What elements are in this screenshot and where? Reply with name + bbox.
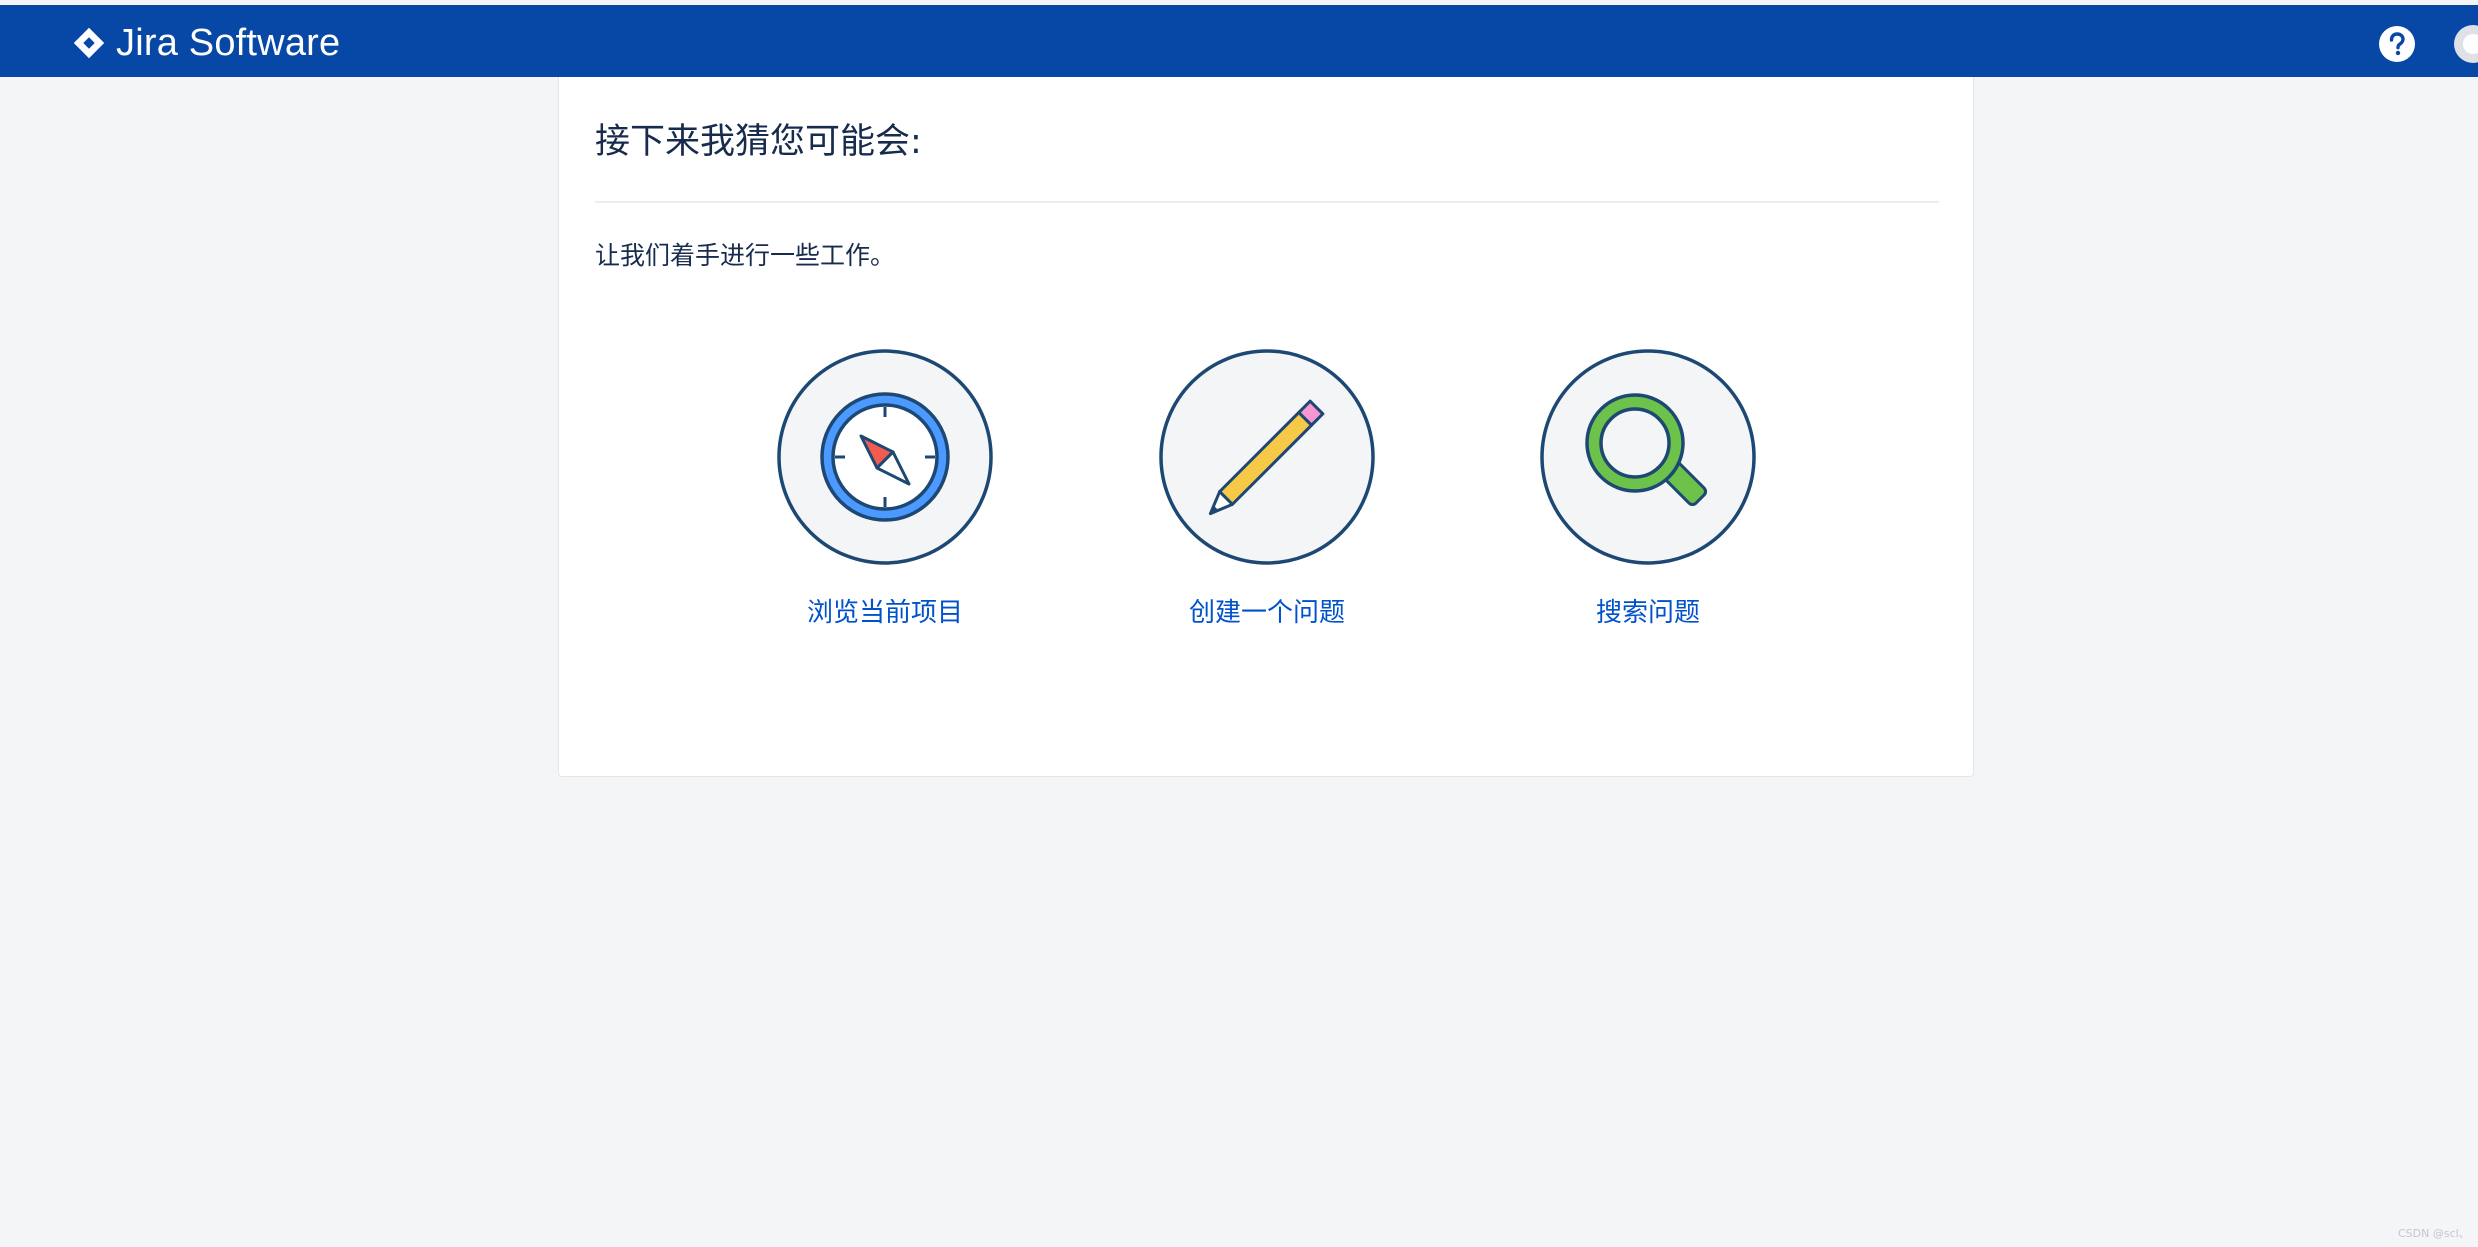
create-issue-label: 创建一个问题 [1188,598,1345,628]
title-divider [595,201,1939,203]
pencil-icon [1159,349,1375,565]
browse-project-label: 浏览当前项目 [806,598,963,628]
search-issues-label: 搜索问题 [1595,598,1700,628]
create-issue-link[interactable]: 创建一个问题 [1137,349,1397,649]
help-button[interactable] [2378,25,2416,63]
watermark-text: CSDN @scl、 [2398,1227,2470,1240]
magnifier-icon [1540,349,1756,565]
landing-panel: 接下来我猜您可能会: 让我们着手进行一些工作。 浏览当前项目 创建一个问题 搜索… [558,77,1974,777]
search-issues-link[interactable]: 搜索问题 [1518,349,1778,649]
compass-icon [777,349,993,565]
page-subtitle: 让我们着手进行一些工作。 [595,241,896,270]
jira-logo-link[interactable]: Jira Software [70,23,340,63]
top-navigation-bar: Jira Software [0,5,2478,77]
user-avatar-icon [2463,34,2478,54]
browse-project-link[interactable]: 浏览当前项目 [755,349,1015,649]
help-icon [2379,26,2415,62]
user-avatar-button[interactable] [2454,25,2478,63]
jira-diamond-icon [73,27,105,59]
page-title: 接下来我猜您可能会: [595,122,922,162]
product-name: Jira Software [116,22,341,64]
page: Jira Software 接下来我猜您可能会: 让我们着手进行一些工作。 浏览… [0,0,2478,1247]
